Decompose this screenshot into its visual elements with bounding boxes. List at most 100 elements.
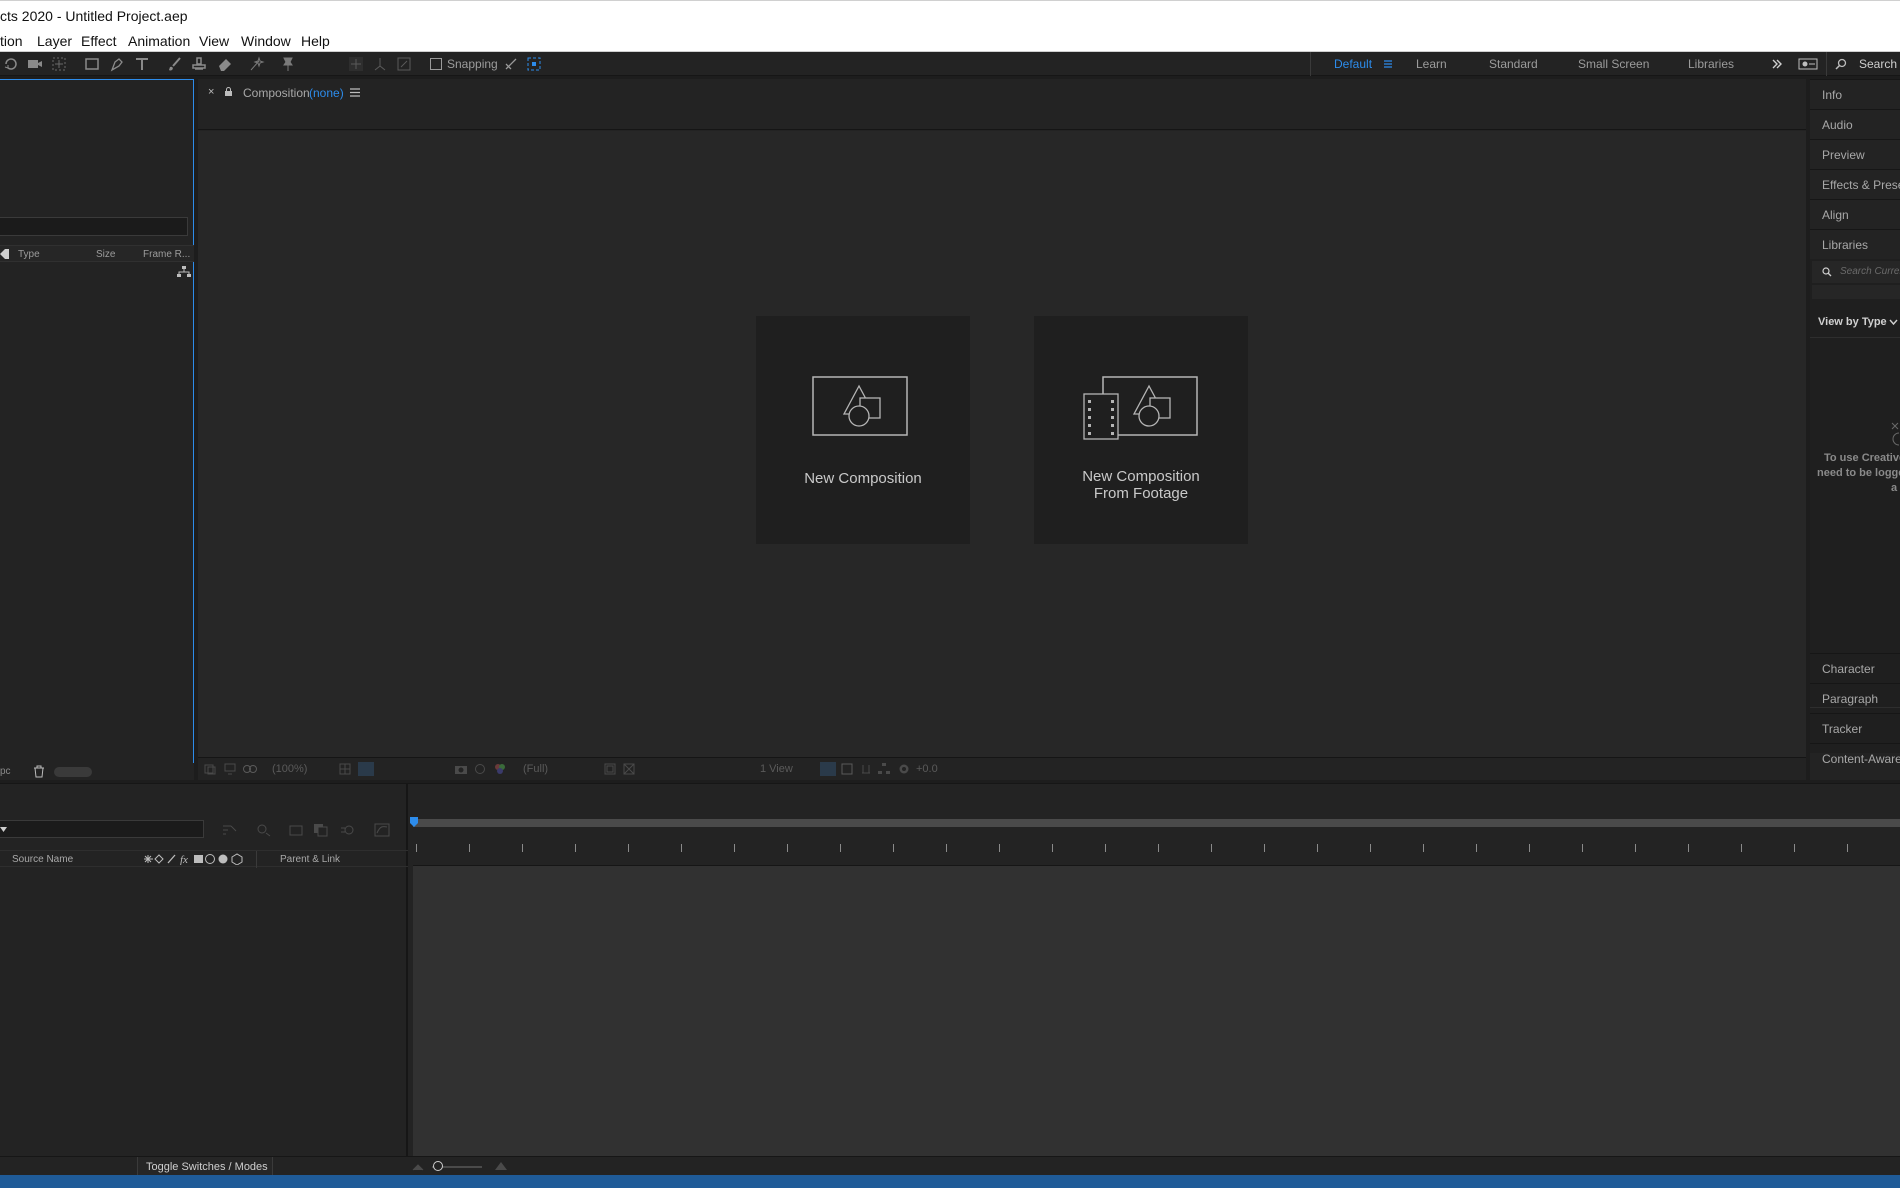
clone-stamp-tool-icon[interactable]: [190, 55, 208, 73]
layer-switches-icons[interactable]: fx: [142, 853, 254, 865]
puppet-pin-tool-icon[interactable]: [279, 55, 297, 73]
timeline-search-input[interactable]: [0, 820, 204, 838]
transparency-toggle[interactable]: [358, 762, 374, 776]
panel-effects-presets[interactable]: Effects & Presets: [1810, 169, 1900, 198]
exposure-icon[interactable]: [898, 763, 910, 775]
thumbnail-slider[interactable]: [54, 767, 92, 777]
menu-help[interactable]: Help: [301, 33, 330, 49]
column-size[interactable]: Size: [96, 249, 115, 260]
snap-edge-icon[interactable]: [502, 55, 520, 73]
time-ruler[interactable]: [413, 834, 1900, 866]
panel-libraries[interactable]: Libraries: [1810, 229, 1900, 258]
search-dropdown-icon[interactable]: [0, 827, 7, 832]
roto-brush-tool-icon[interactable]: [248, 55, 266, 73]
panel-align[interactable]: Align: [1810, 199, 1900, 228]
zoom-in-icon[interactable]: [494, 1161, 508, 1171]
workspace-libraries[interactable]: Libraries: [1688, 57, 1734, 71]
workspace-standard[interactable]: Standard: [1489, 57, 1538, 71]
shy-layers-icon[interactable]: [288, 823, 304, 837]
channel-icon[interactable]: [494, 763, 506, 775]
brush-tool-icon[interactable]: [166, 55, 184, 73]
panel-menu-icon[interactable]: [350, 88, 360, 97]
column-frame-rate[interactable]: Frame R...: [143, 249, 190, 260]
resolution-dropdown[interactable]: (Full): [523, 763, 548, 775]
menu-effect[interactable]: Effect: [81, 33, 117, 49]
search-help-field[interactable]: Search H: [1826, 52, 1900, 76]
composition-mini-flowchart-icon[interactable]: [222, 823, 238, 837]
panel-audio[interactable]: Audio: [1810, 109, 1900, 138]
rectangle-tool-icon[interactable]: [83, 55, 101, 73]
timeline-icon[interactable]: [860, 763, 872, 775]
view-axis-icon[interactable]: [395, 55, 413, 73]
mask-icon[interactable]: [243, 763, 257, 775]
frame-blending-icon[interactable]: [313, 823, 329, 837]
menu-view[interactable]: View: [199, 33, 229, 49]
grid-icon[interactable]: [339, 763, 351, 775]
composition-tab-value[interactable]: (none): [309, 86, 344, 100]
camera-tool-icon[interactable]: [26, 55, 44, 73]
panel-info[interactable]: Info: [1810, 79, 1900, 108]
pan-behind-tool-icon[interactable]: [50, 55, 68, 73]
menu-layer[interactable]: Layer: [37, 33, 72, 49]
eraser-tool-icon[interactable]: [216, 55, 234, 73]
zoom-dropdown[interactable]: (100%): [272, 763, 307, 775]
pixel-aspect-toggle[interactable]: [820, 762, 836, 776]
libraries-selector[interactable]: [1812, 285, 1900, 299]
motion-blur-icon[interactable]: [340, 823, 356, 837]
more-workspaces-icon[interactable]: [1771, 58, 1783, 70]
show-snapshot-icon[interactable]: [474, 763, 486, 775]
project-bpc-label[interactable]: pc: [0, 766, 11, 777]
workspace-small-screen[interactable]: Small Screen: [1578, 57, 1649, 71]
trash-icon[interactable]: [33, 765, 45, 778]
view-layout-dropdown[interactable]: 1 View: [760, 763, 793, 775]
snapping-checkbox[interactable]: [430, 58, 442, 70]
panel-character[interactable]: Character: [1810, 653, 1900, 682]
panel-tracker[interactable]: Tracker: [1810, 713, 1900, 742]
new-composition-from-footage-button[interactable]: New Composition From Footage: [1034, 316, 1248, 544]
label-tag-icon[interactable]: [0, 248, 10, 260]
exposure-value[interactable]: +0.0: [916, 763, 938, 775]
snap-features-icon[interactable]: [525, 55, 543, 73]
composition-tab-label[interactable]: Composition: [243, 86, 310, 100]
menu-window[interactable]: Window: [241, 33, 291, 49]
workspace-default[interactable]: Default: [1334, 57, 1372, 71]
work-area-start-handle[interactable]: [410, 817, 418, 827]
panel-preview[interactable]: Preview: [1810, 139, 1900, 168]
menu-animation[interactable]: Animation: [128, 33, 190, 49]
toggle-transparency-grid-icon[interactable]: [623, 763, 635, 775]
panel-content-aware-fill[interactable]: Content-Aware: [1810, 743, 1900, 772]
workspace-menu-icon[interactable]: [1383, 59, 1393, 69]
workspace-learn[interactable]: Learn: [1416, 57, 1447, 71]
timeline-zoom-thumb[interactable]: [433, 1161, 443, 1171]
column-type[interactable]: Type: [18, 249, 40, 260]
panel-paragraph[interactable]: Paragraph: [1810, 683, 1900, 712]
lock-icon[interactable]: [224, 87, 233, 97]
world-axis-icon[interactable]: [371, 55, 389, 73]
zoom-out-icon[interactable]: [412, 1163, 424, 1171]
parent-link-column[interactable]: Parent & Link: [280, 854, 340, 865]
draft-3d-icon[interactable]: [256, 823, 272, 837]
project-search-input[interactable]: [0, 217, 188, 236]
type-tool-icon[interactable]: [133, 55, 151, 73]
chevron-down-icon[interactable]: [1889, 319, 1898, 326]
menu-composition[interactable]: tion: [0, 33, 23, 49]
local-axis-icon[interactable]: [347, 55, 365, 73]
graph-editor-icon[interactable]: [374, 823, 390, 837]
source-name-column[interactable]: Source Name: [12, 854, 73, 865]
close-icon[interactable]: ×: [208, 86, 214, 98]
search-help-toggle-icon[interactable]: [1798, 57, 1818, 71]
rotate-tool-icon[interactable]: [2, 55, 20, 73]
always-preview-icon[interactable]: [204, 763, 216, 775]
view-by-type-dropdown[interactable]: View by Type: [1818, 316, 1887, 328]
toggle-switches-modes-button[interactable]: Toggle Switches / Modes: [137, 1157, 273, 1176]
new-composition-button[interactable]: New Composition: [756, 316, 970, 544]
pen-tool-icon[interactable]: [108, 55, 126, 73]
flowchart-footer-icon[interactable]: [878, 763, 890, 775]
flowchart-icon[interactable]: [177, 266, 191, 278]
monitor-icon[interactable]: [224, 763, 236, 775]
snapshot-icon[interactable]: [454, 763, 468, 775]
region-of-interest-icon[interactable]: [604, 763, 616, 775]
fast-previews-icon[interactable]: [841, 763, 853, 775]
work-area-bar[interactable]: [413, 819, 1900, 827]
libraries-search-input[interactable]: Search Current: [1812, 261, 1900, 283]
